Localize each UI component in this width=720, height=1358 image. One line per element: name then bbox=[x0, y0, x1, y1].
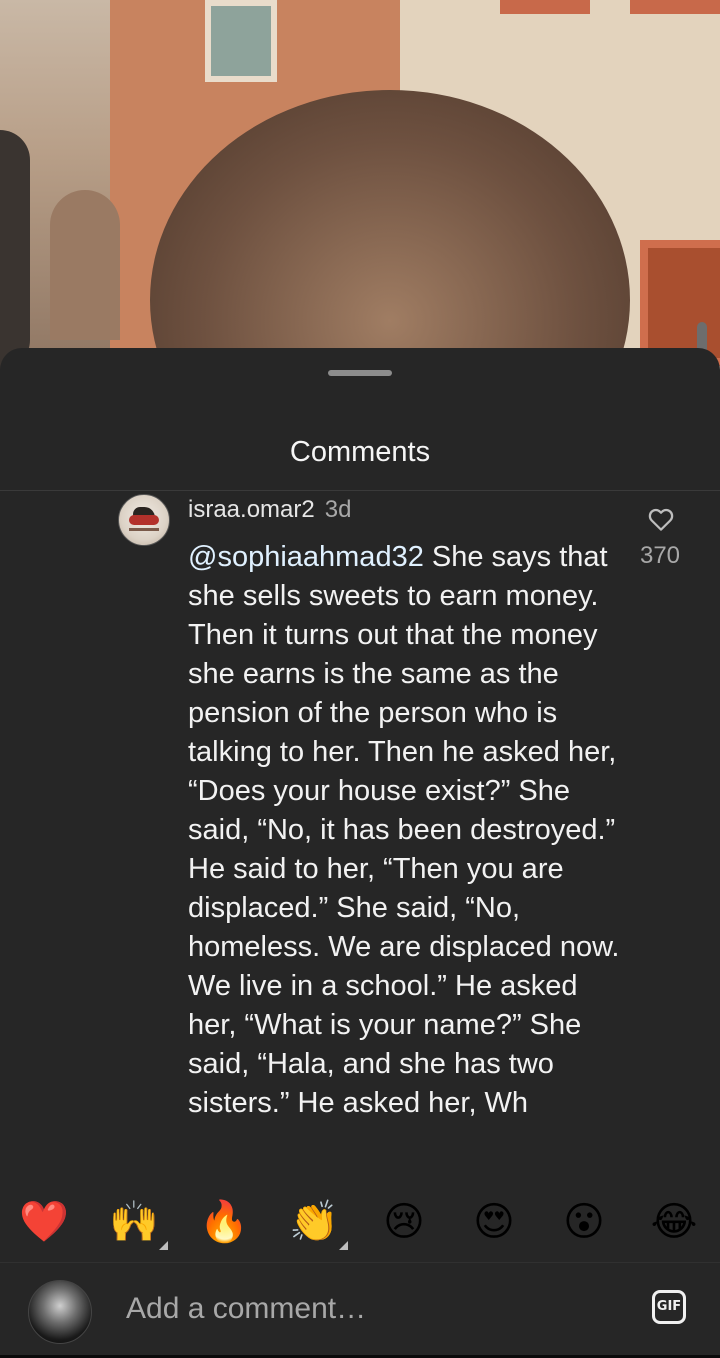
red-heart-emoji[interactable]: ❤️ bbox=[14, 1192, 74, 1252]
skin-tone-indicator bbox=[339, 1241, 348, 1250]
gif-button[interactable]: GIF bbox=[652, 1290, 686, 1324]
fire-emoji[interactable]: 🔥 bbox=[194, 1192, 254, 1252]
heart-outline-icon[interactable] bbox=[646, 504, 676, 534]
wall-stripe bbox=[630, 0, 720, 14]
skin-tone-indicator bbox=[159, 1241, 168, 1250]
comment-body-text: She says that she sells sweets to earn m… bbox=[188, 541, 620, 1119]
emoji-reaction-bar: ❤️ 🙌 🔥 👏 😢 😍 😮 😂 bbox=[0, 1184, 720, 1254]
crying-face-emoji[interactable]: 😢 bbox=[374, 1192, 434, 1252]
background-person bbox=[0, 130, 30, 370]
like-count: 370 bbox=[639, 542, 681, 569]
comment-username[interactable]: israa.omar2 bbox=[188, 496, 315, 523]
sheet-drag-handle[interactable] bbox=[328, 370, 392, 376]
composer-divider bbox=[0, 1262, 720, 1263]
video-background[interactable] bbox=[0, 0, 720, 380]
surprised-face-emoji[interactable]: 😮 bbox=[554, 1192, 614, 1252]
building-window bbox=[205, 0, 277, 82]
comment-time: 3d bbox=[324, 496, 352, 523]
comment-header: israa.omar2 3d bbox=[188, 496, 351, 524]
comment-mention[interactable]: @sophiaahmad32 bbox=[188, 541, 424, 573]
header-divider bbox=[0, 490, 720, 491]
sheet-title: Comments bbox=[289, 436, 431, 468]
clapping-hands-emoji-glyph: 👏 bbox=[289, 1200, 339, 1244]
background-person bbox=[50, 190, 120, 340]
add-comment-input[interactable]: Add a comment… bbox=[126, 1292, 366, 1326]
comment-text: @sophiaahmad32 She says that she sells s… bbox=[188, 538, 628, 1170]
raised-hands-emoji[interactable]: 🙌 bbox=[104, 1192, 168, 1252]
commenter-avatar[interactable] bbox=[118, 494, 170, 546]
current-user-avatar bbox=[28, 1280, 92, 1344]
raised-hands-emoji-glyph: 🙌 bbox=[109, 1200, 159, 1244]
heart-eyes-emoji[interactable]: 😍 bbox=[464, 1192, 524, 1252]
wall-stripe bbox=[500, 0, 590, 14]
clapping-hands-emoji[interactable]: 👏 bbox=[284, 1192, 348, 1252]
avatar-graphic bbox=[129, 528, 159, 531]
avatar-graphic bbox=[129, 515, 159, 525]
tears-of-joy-emoji[interactable]: 😂 bbox=[644, 1192, 704, 1252]
